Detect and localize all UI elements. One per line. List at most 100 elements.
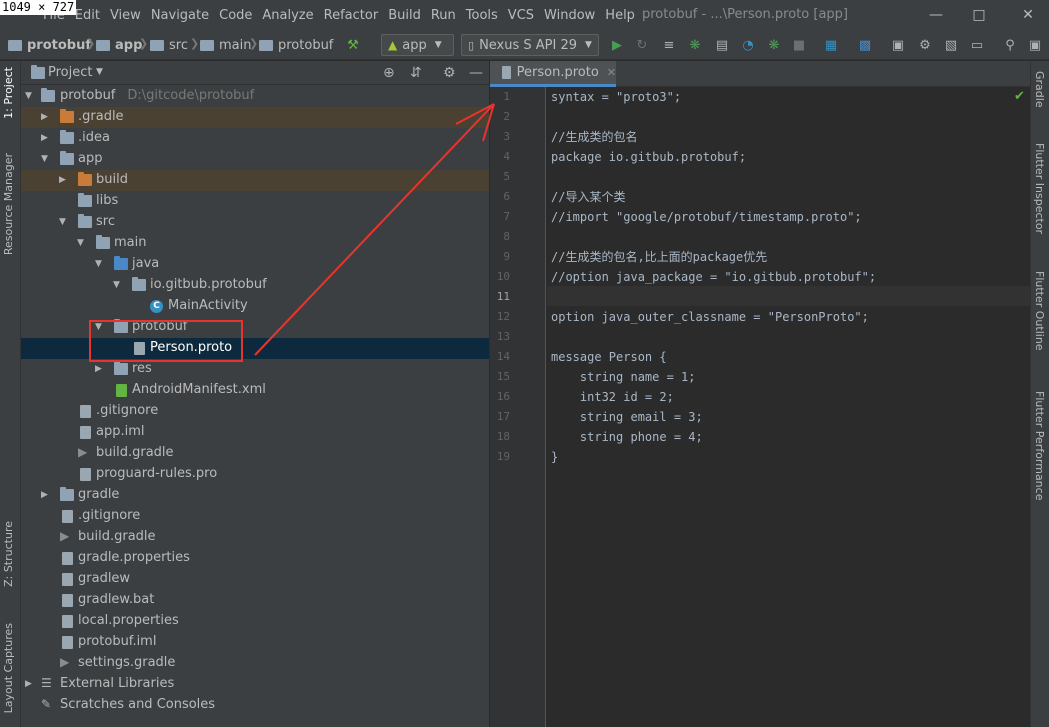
tree-item-gradle-properties[interactable]: gradle.properties — [21, 548, 489, 569]
maximize-button[interactable]: □ — [967, 4, 991, 26]
breadcrumb-app[interactable]: app — [96, 36, 142, 54]
tree-item-src[interactable]: ▼ src — [21, 212, 489, 233]
search-icon[interactable]: ⚲ — [1002, 37, 1018, 53]
tree-item-java[interactable]: ▼ java — [21, 254, 489, 275]
menu-window[interactable]: Window — [539, 8, 600, 23]
expanded-arrow-icon[interactable]: ▼ — [95, 259, 105, 269]
sync-icon[interactable]: ▦ — [823, 37, 839, 53]
stop-icon[interactable]: ■ — [791, 37, 807, 53]
device-select[interactable]: ▯ Nexus S API 29 ▼ — [461, 34, 599, 56]
avd-manager-icon[interactable]: ⚙ — [917, 37, 933, 53]
menu-help[interactable]: Help — [600, 8, 640, 23]
menu-view[interactable]: View — [105, 8, 146, 23]
attach-debugger-icon[interactable]: ❋ — [766, 37, 782, 53]
collapse-all-icon[interactable]: ⇵ — [410, 65, 422, 81]
tree-item-root-gitignore[interactable]: .gitignore — [21, 506, 489, 527]
menu-run[interactable]: Run — [426, 8, 461, 23]
menu-vcs[interactable]: VCS — [503, 8, 539, 23]
line-number: 1 — [503, 90, 510, 103]
tree-item-settings-gradle[interactable]: ▶ settings.gradle — [21, 653, 489, 674]
profile-icon[interactable]: ◔ — [740, 37, 756, 53]
coverage-icon[interactable]: ▤ — [714, 37, 730, 53]
tab-flutter-inspector[interactable]: Flutter Inspector — [1033, 143, 1046, 234]
close-window-button[interactable]: ✕ — [1016, 4, 1040, 26]
debug-icon[interactable]: ❋ — [687, 37, 703, 53]
breadcrumb-protobuf-folder[interactable]: protobuf — [259, 36, 333, 54]
assistant-icon[interactable]: ▣ — [1027, 37, 1043, 53]
hammer-icon[interactable]: ⚒ — [345, 37, 361, 53]
expanded-arrow-icon[interactable]: ▼ — [77, 238, 87, 248]
breadcrumb-main[interactable]: main — [200, 36, 251, 54]
tree-item-protobuf-root[interactable]: ▼ protobuf D:\gitcode\protobuf — [21, 86, 489, 107]
minimize-button[interactable]: — — [924, 4, 948, 26]
gear-icon[interactable]: ⚙ — [443, 65, 456, 81]
tab-resource-manager[interactable]: Resource Manager — [2, 153, 15, 255]
file-icon — [62, 636, 73, 649]
tree-item-proguard[interactable]: proguard-rules.pro — [21, 464, 489, 485]
code-line: syntax = "proto3"; — [551, 90, 682, 104]
tree-item-external-libraries[interactable]: ▶ ☰ External Libraries — [21, 674, 489, 695]
file-icon — [62, 510, 73, 523]
package-icon[interactable]: ▭ — [969, 37, 985, 53]
tree-item-libs[interactable]: libs — [21, 191, 489, 212]
tree-item-app-build-gradle[interactable]: ▶ build.gradle — [21, 443, 489, 464]
tree-item-gradlew[interactable]: gradlew — [21, 569, 489, 590]
tree-item-package[interactable]: ▼ io.gitbub.protobuf — [21, 275, 489, 296]
sdk-manager-icon[interactable]: ▧ — [943, 37, 959, 53]
run-icon[interactable]: ▶ — [609, 37, 625, 53]
collapsed-arrow-icon[interactable]: ▶ — [59, 175, 69, 185]
menu-tools[interactable]: Tools — [461, 8, 503, 23]
collapsed-arrow-icon[interactable]: ▶ — [41, 112, 51, 122]
tree-item-scratches[interactable]: ✎ Scratches and Consoles — [21, 695, 489, 716]
tree-item-manifest[interactable]: AndroidManifest.xml — [21, 380, 489, 401]
tree-item-protobuf-iml[interactable]: protobuf.iml — [21, 632, 489, 653]
chevron-down-icon[interactable]: ▼ — [96, 67, 103, 77]
apply-changes-icon[interactable]: ↻ — [634, 37, 650, 53]
menu-analyze[interactable]: Analyze — [257, 8, 318, 23]
collapsed-arrow-icon[interactable]: ▶ — [41, 133, 51, 143]
close-tab-icon[interactable]: ✕ — [607, 66, 616, 79]
tab-person-proto[interactable]: Person.proto ✕ — [490, 61, 616, 87]
collapsed-arrow-icon[interactable]: ▶ — [41, 490, 51, 500]
tab-gradle[interactable]: Gradle — [1033, 71, 1046, 108]
breadcrumb-protobuf[interactable]: protobuf — [8, 36, 91, 54]
tree-item-main[interactable]: ▼ main — [21, 233, 489, 254]
tab-layout-captures[interactable]: Layout Captures — [2, 623, 15, 713]
tree-item-gradlew-bat[interactable]: gradlew.bat — [21, 590, 489, 611]
hide-panel-icon[interactable]: — — [469, 65, 483, 81]
module-folder-icon — [60, 151, 74, 165]
tree-item-root-build-gradle[interactable]: ▶ build.gradle — [21, 527, 489, 548]
tree-item-res[interactable]: ▶ res — [21, 359, 489, 380]
collapsed-arrow-icon[interactable]: ▶ — [25, 679, 35, 689]
locate-icon[interactable]: ⊕ — [383, 65, 395, 81]
project-view-title[interactable]: Project — [48, 65, 92, 80]
expanded-arrow-icon[interactable]: ▼ — [113, 280, 123, 290]
menu-code[interactable]: Code — [214, 8, 257, 23]
terminal-icon[interactable]: ▣ — [890, 37, 906, 53]
collapsed-arrow-icon[interactable]: ▶ — [95, 364, 105, 374]
tree-item-build[interactable]: ▶ build — [21, 170, 489, 191]
tab-project[interactable]: 1: Project — [2, 67, 15, 119]
apply-code-icon[interactable]: ≡ — [661, 37, 677, 53]
expanded-arrow-icon[interactable]: ▼ — [59, 217, 69, 227]
tree-item-gradle-folder[interactable]: ▶ gradle — [21, 485, 489, 506]
tab-flutter-performance[interactable]: Flutter Performance — [1033, 391, 1046, 500]
tree-item-idea[interactable]: ▶ .idea — [21, 128, 489, 149]
code-editor[interactable]: syntax = "proto3"; //生成类的包名 package io.git… — [547, 87, 1030, 727]
tree-item-local-properties[interactable]: local.properties — [21, 611, 489, 632]
translate-icon[interactable]: ▩ — [857, 37, 873, 53]
tree-item-mainactivity[interactable]: C MainActivity — [21, 296, 489, 317]
breadcrumb-src[interactable]: src — [150, 36, 188, 54]
expanded-arrow-icon[interactable]: ▼ — [25, 91, 35, 101]
tree-item-app-iml[interactable]: app.iml — [21, 422, 489, 443]
menu-build[interactable]: Build — [383, 8, 426, 23]
tab-structure[interactable]: Z: Structure — [2, 521, 15, 587]
menu-refactor[interactable]: Refactor — [319, 8, 384, 23]
module-select[interactable]: ▲ app ▼ — [381, 34, 454, 56]
expanded-arrow-icon[interactable]: ▼ — [41, 154, 51, 164]
tab-flutter-outline[interactable]: Flutter Outline — [1033, 271, 1046, 351]
tree-item-app[interactable]: ▼ app — [21, 149, 489, 170]
tree-item-app-gitignore[interactable]: .gitignore — [21, 401, 489, 422]
tree-item-gradle-dir[interactable]: ▶ .gradle — [21, 107, 489, 128]
menu-navigate[interactable]: Navigate — [146, 8, 214, 23]
